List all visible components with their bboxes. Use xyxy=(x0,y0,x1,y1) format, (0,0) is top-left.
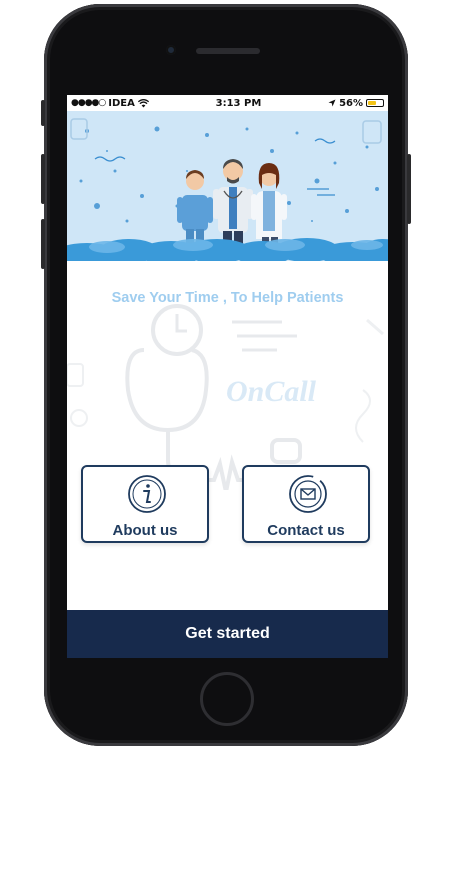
status-bar: ●●●●○ IDEA 3:13 PM 56% xyxy=(67,95,388,111)
location-arrow-icon xyxy=(328,99,336,107)
volume-up-button xyxy=(41,154,45,204)
get-started-label: Get started xyxy=(185,625,270,642)
carrier-name: IDEA xyxy=(108,97,135,109)
signal-dots-icon: ●●●●○ xyxy=(71,98,106,108)
battery-percent: 56% xyxy=(339,97,363,109)
front-camera xyxy=(166,45,176,55)
about-us-label: About us xyxy=(112,522,178,539)
power-button xyxy=(407,154,411,224)
wifi-icon xyxy=(137,98,149,107)
info-icon xyxy=(128,475,166,513)
header-banner xyxy=(67,111,388,261)
get-started-button[interactable]: Get started xyxy=(67,610,388,658)
home-button[interactable] xyxy=(200,672,254,726)
earpiece-speaker xyxy=(196,48,260,54)
status-time: 3:13 PM xyxy=(215,97,262,109)
oncall-logo-text: OnCall xyxy=(226,375,317,408)
app-screen: ●●●●○ IDEA 3:13 PM 56% Save Your Time , … xyxy=(67,95,388,658)
three-doctors-illustration xyxy=(67,111,388,261)
contact-us-label: Contact us xyxy=(267,522,345,539)
about-us-button[interactable]: About us xyxy=(81,465,209,543)
oncall-watermark-logo: OnCall xyxy=(67,304,384,490)
envelope-icon xyxy=(289,475,327,513)
battery-level-fill xyxy=(368,101,376,105)
contact-us-button[interactable]: Contact us xyxy=(242,465,370,543)
mute-switch xyxy=(41,100,45,126)
volume-down-button xyxy=(41,219,45,269)
battery-icon xyxy=(366,99,384,107)
